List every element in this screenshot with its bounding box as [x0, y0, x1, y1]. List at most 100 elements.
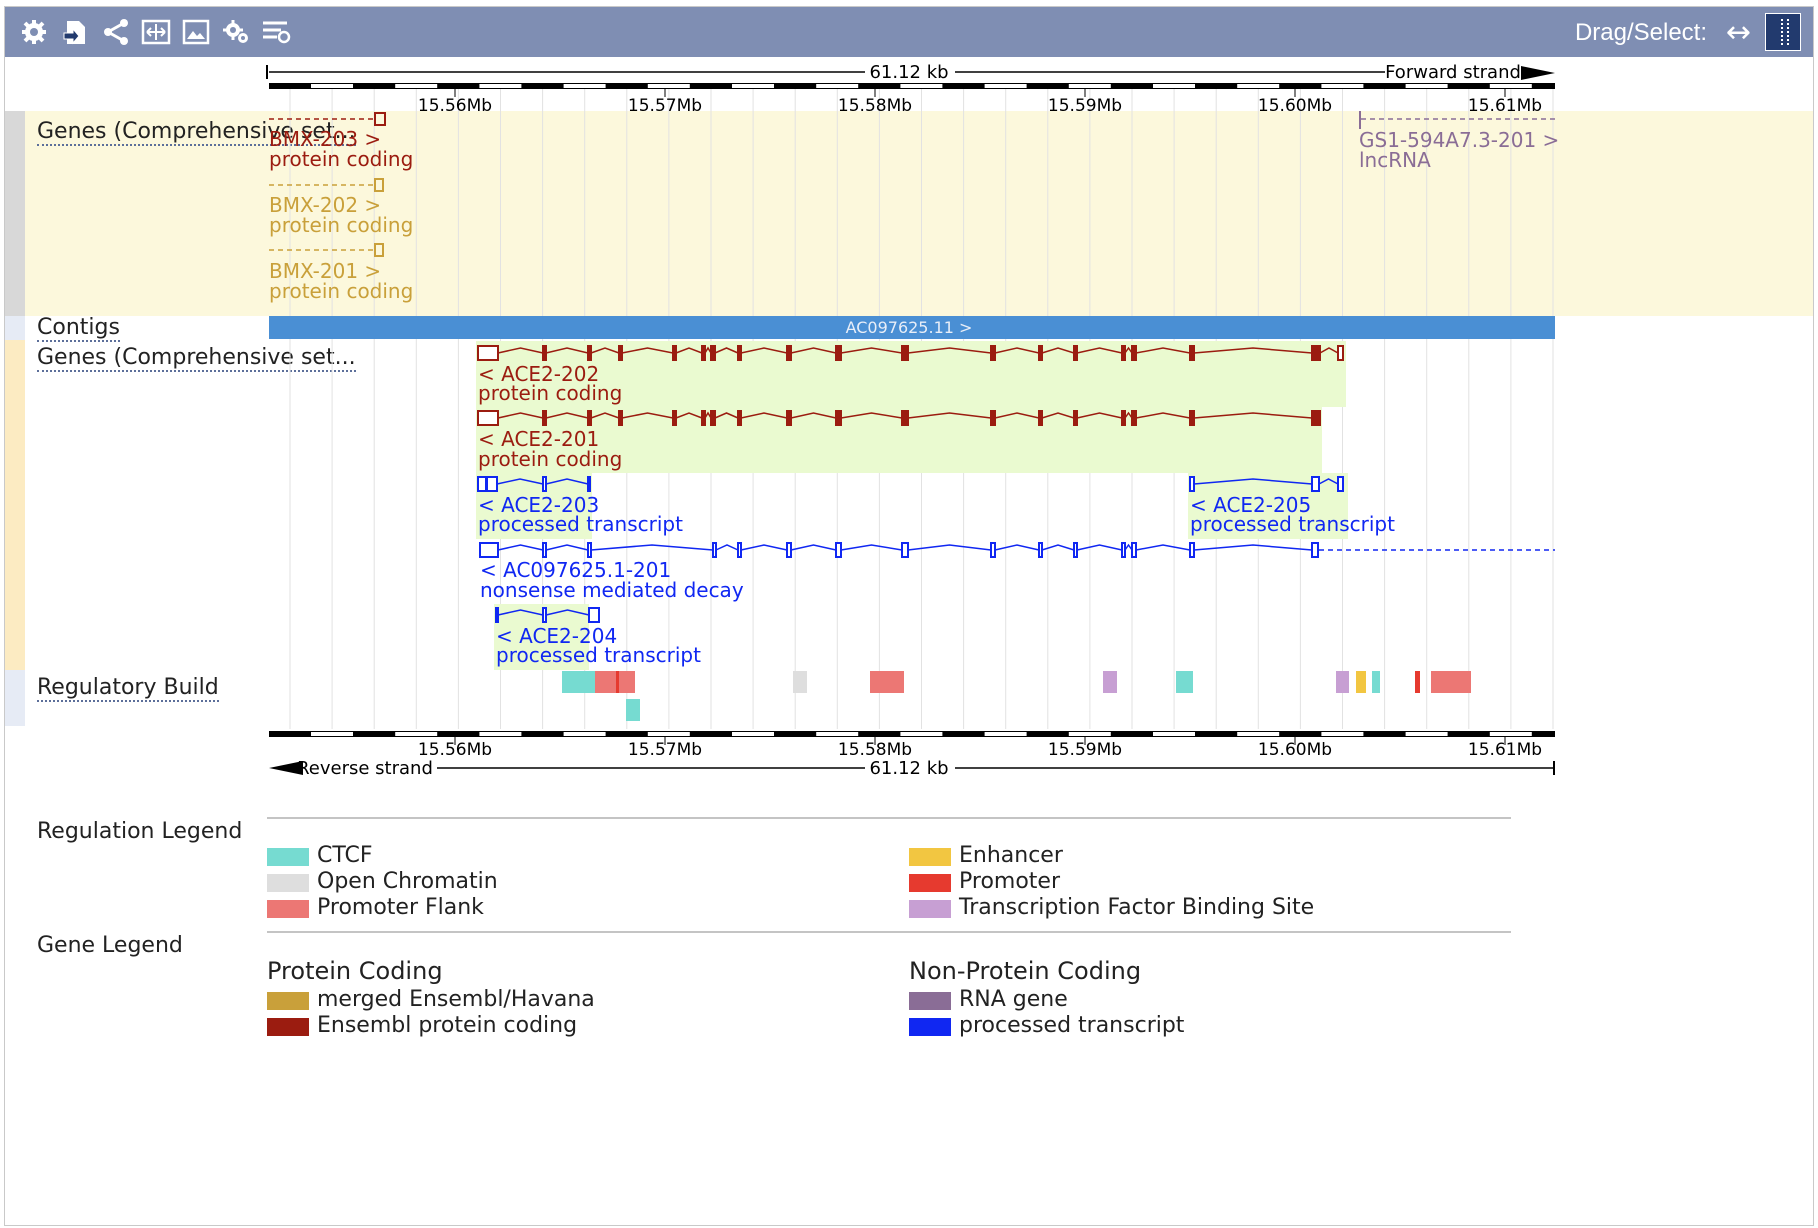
reverse-genes-track[interactable]: < ACE2-202 protein coding < ACE2-201 pro…: [476, 341, 1555, 670]
regulatory-feature[interactable]: [1415, 671, 1420, 693]
exon[interactable]: [477, 345, 499, 361]
exon[interactable]: [701, 345, 706, 361]
exon[interactable]: [618, 345, 623, 361]
exon[interactable]: [1311, 345, 1321, 361]
exon[interactable]: [587, 476, 591, 492]
exon[interactable]: [710, 410, 716, 426]
genome-tracks-canvas[interactable]: 61.12 kb Forward strand 15.56Mb 15.57Mb 15…: [5, 7, 1813, 787]
intron: [545, 544, 589, 551]
exon[interactable]: [1189, 542, 1195, 558]
exon[interactable]: [1073, 542, 1078, 558]
scale-bar-segment: [479, 732, 522, 736]
exon[interactable]: [1189, 410, 1195, 426]
exon[interactable]: [542, 345, 547, 361]
exon[interactable]: [542, 607, 547, 623]
scale-bar-segment: [395, 84, 438, 88]
exon[interactable]: [835, 345, 842, 361]
exon[interactable]: [786, 410, 792, 426]
intron: [1041, 544, 1075, 551]
regulatory-feature[interactable]: [1372, 671, 1380, 693]
top-ruler: 61.12 kb Forward strand 15.56Mb 15.57Mb 15…: [266, 62, 1616, 116]
regulatory-feature[interactable]: [1176, 671, 1193, 693]
regulatory-feature[interactable]: [616, 671, 619, 693]
transcript-biotype: processed transcript: [1190, 512, 1395, 536]
exon[interactable]: [1038, 542, 1043, 558]
exon[interactable]: [672, 345, 677, 361]
exon[interactable]: [1131, 345, 1137, 361]
exon[interactable]: [835, 410, 842, 426]
exon[interactable]: [495, 607, 499, 623]
regulatory-feature[interactable]: [1356, 671, 1366, 693]
regulatory-feature[interactable]: [1431, 671, 1471, 693]
scale-bar-segment: [647, 732, 690, 736]
exon[interactable]: [477, 410, 499, 426]
contigs-track[interactable]: AC097625.11 >: [269, 316, 1555, 339]
exon[interactable]: [835, 542, 842, 558]
scale-bar-segment: [311, 732, 353, 736]
regulatory-feature[interactable]: [626, 699, 640, 721]
exon[interactable]: [737, 410, 742, 426]
exon[interactable]: [587, 410, 592, 426]
exon[interactable]: [1189, 345, 1195, 361]
legend-swatch: [267, 992, 309, 1010]
exon[interactable]: [1311, 542, 1319, 558]
ruler-tick-label: 15.61Mb: [1468, 740, 1542, 760]
exon[interactable]: [479, 542, 499, 558]
exon[interactable]: [1073, 410, 1078, 426]
exon[interactable]: [1038, 410, 1043, 426]
exon[interactable]: [1038, 345, 1043, 361]
exon[interactable]: [901, 542, 909, 558]
exon[interactable]: [901, 345, 909, 361]
intron: [1124, 543, 1133, 551]
exon[interactable]: [477, 476, 487, 492]
exon[interactable]: [786, 542, 792, 558]
ruler-tick-label: 15.58Mb: [838, 740, 912, 760]
regulatory-feature[interactable]: [1103, 671, 1117, 693]
exon[interactable]: [990, 410, 996, 426]
exon[interactable]: [542, 410, 547, 426]
exon[interactable]: [1073, 345, 1078, 361]
exon[interactable]: [1311, 410, 1321, 426]
regulatory-feature[interactable]: [870, 671, 904, 693]
exon[interactable]: [1337, 345, 1344, 361]
regulatory-feature[interactable]: [562, 671, 595, 693]
exon[interactable]: [737, 542, 742, 558]
exon[interactable]: [672, 410, 677, 426]
exon[interactable]: [1121, 345, 1126, 361]
exon[interactable]: [737, 345, 742, 361]
exon[interactable]: [542, 476, 547, 492]
transcript-biotype: processed transcript: [478, 512, 683, 536]
exon[interactable]: [1131, 542, 1137, 558]
exon[interactable]: [990, 542, 996, 558]
legend-swatch: [909, 992, 951, 1010]
legend-swatch: [909, 900, 951, 918]
exon[interactable]: [1337, 476, 1344, 492]
exon[interactable]: [486, 476, 498, 492]
exon[interactable]: [990, 345, 996, 361]
regulatory-feature[interactable]: [1336, 671, 1349, 693]
exon[interactable]: [1121, 542, 1126, 558]
exon[interactable]: [1189, 476, 1195, 492]
exon[interactable]: [1311, 476, 1320, 492]
exon[interactable]: [1131, 410, 1137, 426]
ruler-tick-label: 15.59Mb: [1048, 740, 1122, 760]
regulatory-build-track[interactable]: [562, 671, 1471, 721]
exon[interactable]: [542, 542, 547, 558]
exon[interactable]: [712, 542, 717, 558]
exon[interactable]: [587, 542, 592, 558]
exon[interactable]: [587, 345, 592, 361]
transcript-biotype: protein coding: [269, 279, 413, 303]
exon[interactable]: [901, 410, 909, 426]
exon[interactable]: [1121, 410, 1126, 426]
forward-genes-track[interactable]: BMX-203 > protein coding BMX-202 > prote…: [269, 111, 1559, 303]
regulatory-feature[interactable]: [595, 671, 635, 693]
exon[interactable]: [618, 410, 623, 426]
exon[interactable]: [710, 345, 716, 361]
ruler-tick-label: 15.60Mb: [1258, 740, 1332, 760]
non-protein-coding-heading: Non-Protein Coding: [909, 957, 1142, 985]
regulatory-feature[interactable]: [793, 671, 807, 693]
exon[interactable]: [588, 607, 600, 623]
exon[interactable]: [786, 345, 792, 361]
ruler-tick-label: 15.57Mb: [628, 740, 702, 760]
exon[interactable]: [701, 410, 706, 426]
